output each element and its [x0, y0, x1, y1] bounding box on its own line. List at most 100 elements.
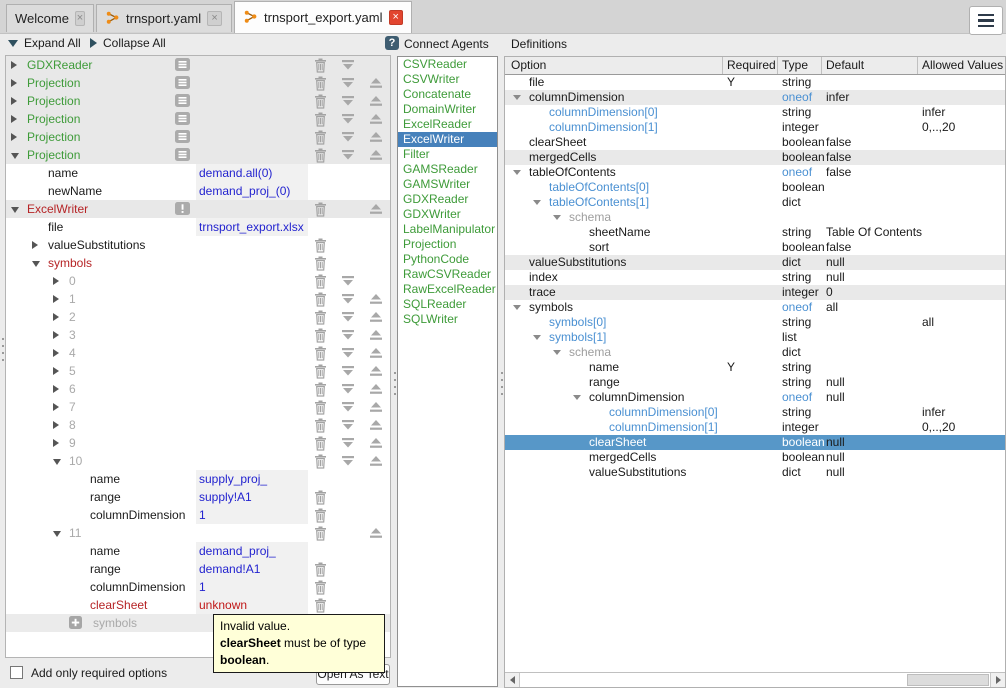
expand-icon[interactable] — [53, 349, 59, 357]
splitter-handle[interactable] — [392, 372, 397, 395]
move-up-icon[interactable] — [367, 309, 385, 325]
definition-row-schema[interactable]: schemadict — [505, 345, 1005, 360]
move-down-icon[interactable] — [339, 75, 357, 91]
move-down-icon[interactable] — [339, 309, 357, 325]
splitter-handle[interactable] — [0, 338, 5, 361]
tree-row-8[interactable]: 8 — [6, 416, 390, 434]
move-down-icon[interactable] — [339, 129, 357, 145]
add-symbol-icon[interactable] — [69, 616, 82, 634]
expand-icon[interactable] — [53, 439, 59, 447]
move-up-icon[interactable] — [367, 327, 385, 343]
collapse-icon[interactable] — [513, 170, 521, 175]
definition-row-columndimension[0][interactable]: columnDimension[0]stringinfer — [505, 105, 1005, 120]
tree-row-4[interactable]: 4 — [6, 344, 390, 362]
definition-row-symbols[1][interactable]: symbols[1]list — [505, 330, 1005, 345]
move-up-icon[interactable] — [367, 147, 385, 163]
tree-row-projection[interactable]: Projection — [6, 128, 390, 146]
delete-icon[interactable] — [311, 399, 329, 415]
expand-icon[interactable] — [53, 421, 59, 429]
collapse-all-button[interactable]: Collapse All — [90, 36, 166, 50]
option-label[interactable]: tableOfContents[0] — [549, 180, 649, 195]
delete-icon[interactable] — [311, 507, 329, 523]
agent-list-item-projection[interactable]: Projection — [398, 237, 497, 252]
column-header-default[interactable]: Default — [826, 58, 864, 72]
definition-row-columndimension[interactable]: columnDimensiononeofnull — [505, 390, 1005, 405]
collapse-icon[interactable] — [513, 95, 521, 100]
tree-value[interactable]: unknown — [196, 596, 308, 614]
expand-icon[interactable] — [32, 241, 38, 249]
tree-row-10[interactable]: 10 — [6, 452, 390, 470]
tree-value[interactable]: supply!A1 — [196, 488, 308, 506]
tree-row-gdxreader[interactable]: GDXReader — [6, 56, 390, 74]
expand-icon[interactable] — [11, 115, 17, 123]
delete-icon[interactable] — [311, 489, 329, 505]
agent-list-item-sqlwriter[interactable]: SQLWriter — [398, 312, 497, 327]
tree-row-valuesubstitutions[interactable]: valueSubstitutions — [6, 236, 390, 254]
tree-value[interactable]: trnsport_export.xlsx — [196, 218, 308, 236]
tree-value[interactable]: demand_proj_(0) — [196, 182, 308, 200]
delete-icon[interactable] — [311, 93, 329, 109]
scroll-left-icon[interactable] — [505, 673, 520, 687]
expand-icon[interactable] — [11, 133, 17, 141]
delete-icon[interactable] — [311, 435, 329, 451]
option-label[interactable]: columnDimension[1] — [609, 420, 718, 435]
tab-welcome[interactable]: Welcome × — [6, 4, 94, 32]
option-label[interactable]: columnDimension[0] — [609, 405, 718, 420]
move-up-icon[interactable] — [367, 417, 385, 433]
definition-row-clearsheet[interactable]: clearSheetbooleannull — [505, 435, 1005, 450]
collapse-icon[interactable] — [553, 350, 561, 355]
collapse-icon[interactable] — [53, 459, 61, 465]
move-down-icon[interactable] — [339, 363, 357, 379]
horizontal-scrollbar[interactable] — [505, 672, 1005, 687]
agent-list-item-excelwriter[interactable]: ExcelWriter — [398, 132, 497, 147]
definition-row-trace[interactable]: traceinteger0 — [505, 285, 1005, 300]
move-up-icon[interactable] — [367, 453, 385, 469]
scroll-right-icon[interactable] — [990, 673, 1005, 687]
agent-list-item-gamswriter[interactable]: GAMSWriter — [398, 177, 497, 192]
move-down-icon[interactable] — [339, 111, 357, 127]
expand-icon[interactable] — [53, 385, 59, 393]
expand-icon[interactable] — [11, 61, 17, 69]
option-label[interactable]: columnDimension[1] — [549, 120, 658, 135]
move-down-icon[interactable] — [339, 399, 357, 415]
tab-trnsport-export-yaml[interactable]: trnsport_export.yaml × — [234, 1, 412, 33]
definition-row-valuesubstitutions[interactable]: valueSubstitutionsdictnull — [505, 255, 1005, 270]
agent-list-item-csvreader[interactable]: CSVReader — [398, 57, 497, 72]
move-down-icon[interactable] — [339, 291, 357, 307]
move-up-icon[interactable] — [367, 201, 385, 217]
delete-icon[interactable] — [311, 201, 329, 217]
collapse-icon[interactable] — [533, 200, 541, 205]
tree-row-name[interactable]: namedemand.all(0) — [6, 164, 390, 182]
expand-icon[interactable] — [11, 79, 17, 87]
tree-row-columndimension[interactable]: columnDimension1 — [6, 578, 390, 596]
agent-list-item-rawcsvreader[interactable]: RawCSVReader — [398, 267, 497, 282]
agent-list-item-gdxwriter[interactable]: GDXWriter — [398, 207, 497, 222]
tree-row-columndimension[interactable]: columnDimension1 — [6, 506, 390, 524]
collapse-icon[interactable] — [513, 305, 521, 310]
definition-row-valuesubstitutions[interactable]: valueSubstitutionsdictnull — [505, 465, 1005, 480]
move-down-icon[interactable] — [339, 93, 357, 109]
move-down-icon[interactable] — [339, 435, 357, 451]
tree-row-projection[interactable]: Projection — [6, 74, 390, 92]
tree-value[interactable]: demand.all(0) — [196, 164, 308, 182]
definition-row-mergedcells[interactable]: mergedCellsbooleannull — [505, 450, 1005, 465]
delete-icon[interactable] — [311, 237, 329, 253]
tree-row-newname[interactable]: newNamedemand_proj_(0) — [6, 182, 390, 200]
move-down-icon[interactable] — [339, 345, 357, 361]
add-only-required-checkbox[interactable] — [10, 666, 23, 679]
close-icon[interactable]: × — [389, 10, 404, 25]
column-header-option[interactable]: Option — [511, 58, 546, 72]
agent-list-item-gamsreader[interactable]: GAMSReader — [398, 162, 497, 177]
definition-row-symbols[interactable]: symbolsoneofall — [505, 300, 1005, 315]
move-down-icon[interactable] — [339, 273, 357, 289]
move-up-icon[interactable] — [367, 111, 385, 127]
definition-row-columndimension[interactable]: columnDimensiononeofinfer — [505, 90, 1005, 105]
collapse-icon[interactable] — [533, 335, 541, 340]
collapse-icon[interactable] — [11, 153, 19, 159]
tree-row-0[interactable]: 0 — [6, 272, 390, 290]
tree-row-projection[interactable]: Projection — [6, 146, 390, 164]
tree-row-6[interactable]: 6 — [6, 380, 390, 398]
delete-icon[interactable] — [311, 363, 329, 379]
tree-row-9[interactable]: 9 — [6, 434, 390, 452]
delete-icon[interactable] — [311, 597, 329, 613]
